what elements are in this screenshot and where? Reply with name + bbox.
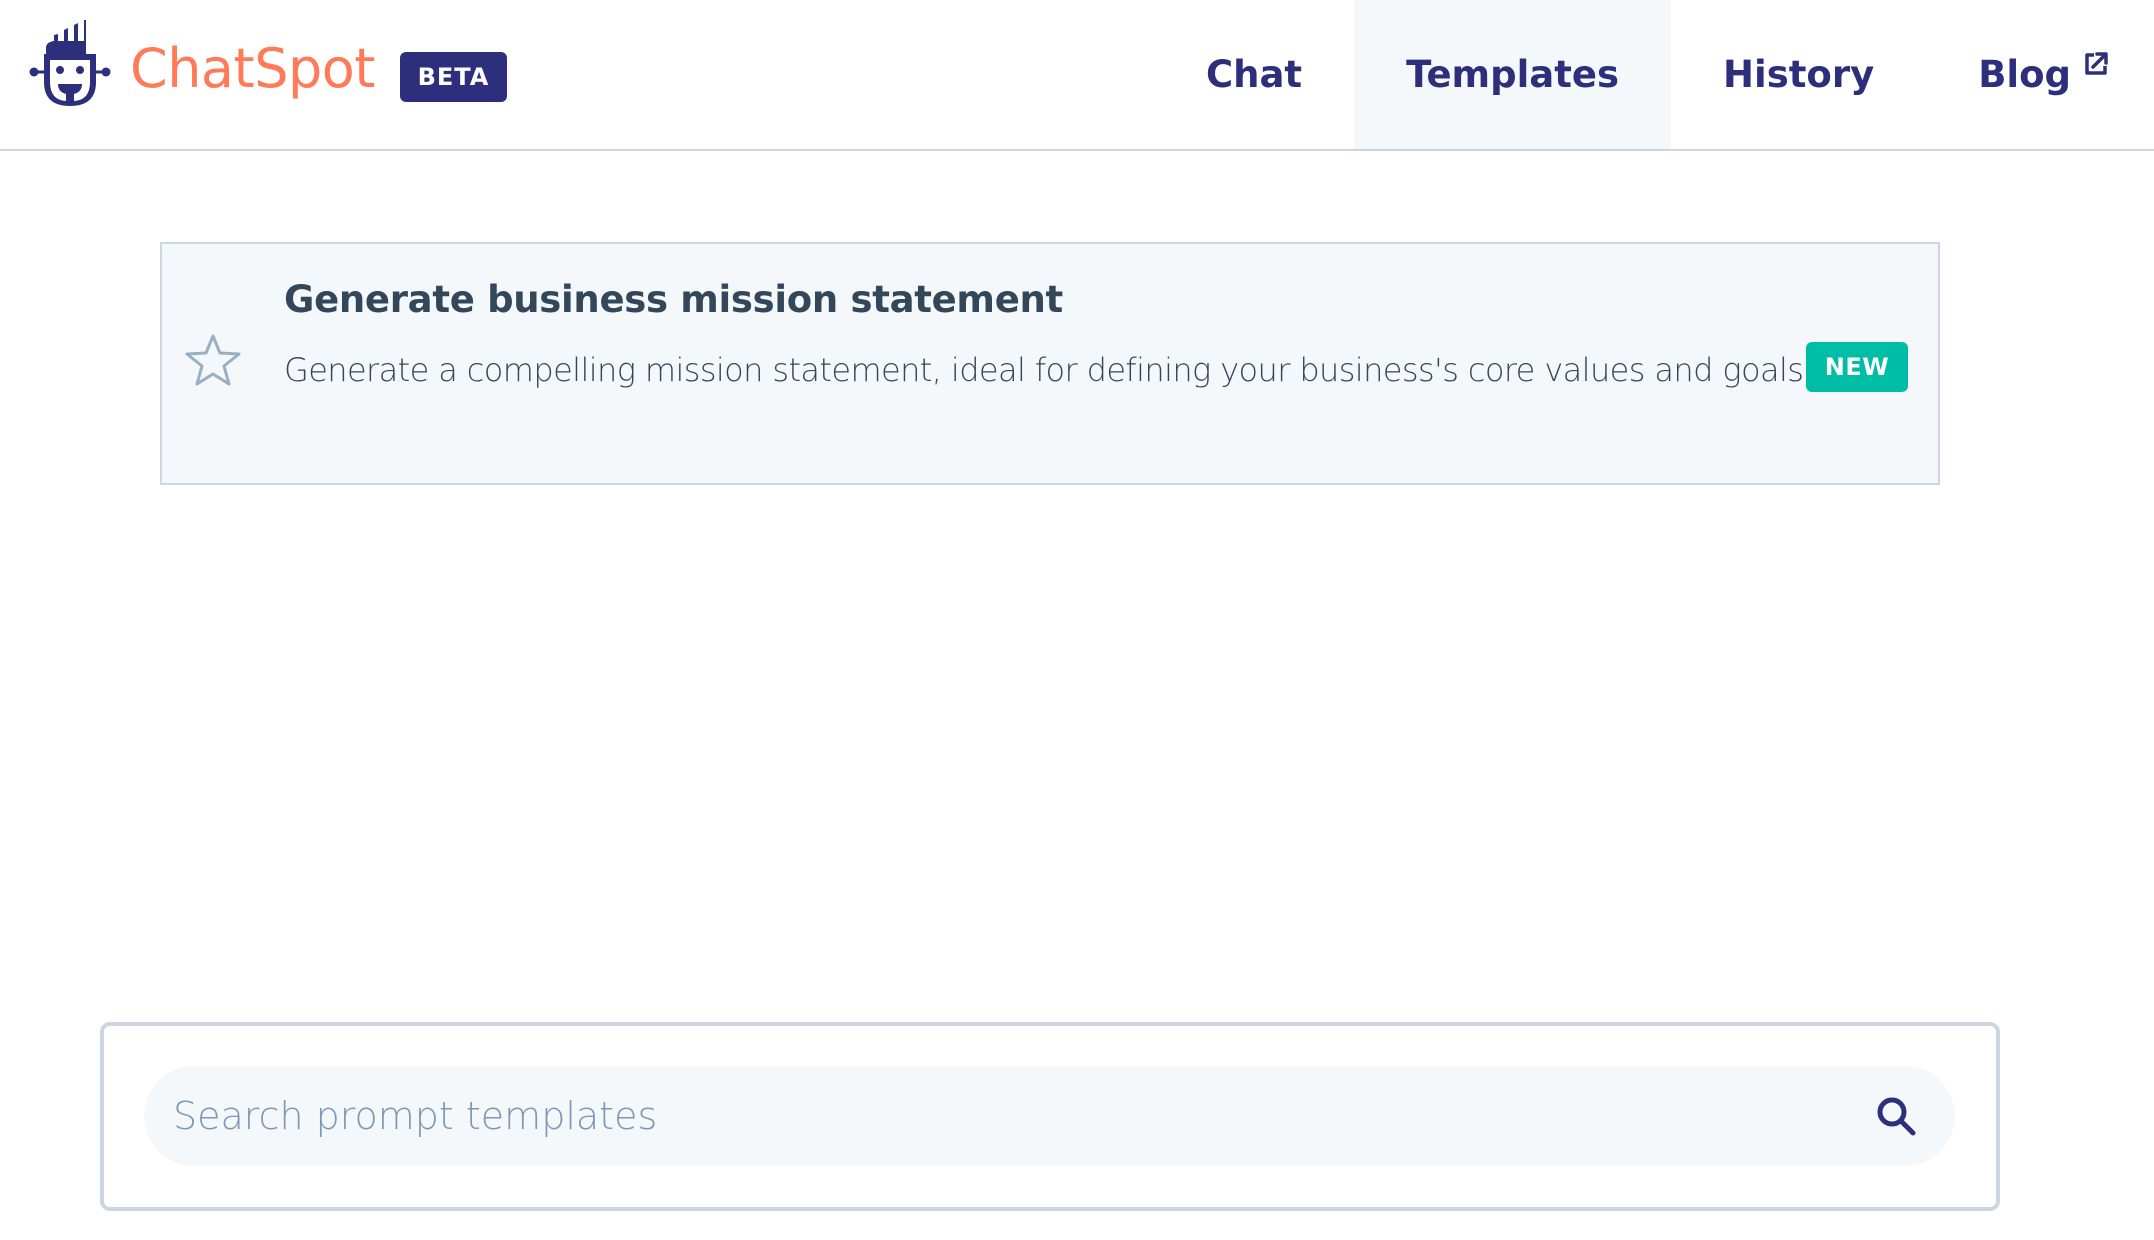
star-outline-icon[interactable]: [184, 333, 242, 387]
new-badge: NEW: [1806, 342, 1908, 392]
nav-templates-label: Templates: [1406, 53, 1620, 96]
external-link-icon: [2085, 51, 2108, 75]
template-title: Generate business mission statement: [284, 278, 1063, 321]
nav-chat[interactable]: Chat: [1154, 0, 1354, 149]
search-icon[interactable]: [1875, 1095, 1917, 1137]
app-name: ChatSpot: [130, 37, 375, 100]
nav-blog-label: Blog: [1978, 53, 2071, 96]
template-card[interactable]: Generate business mission statement Gene…: [160, 242, 1940, 485]
main-nav: Chat Templates History Blog: [1154, 0, 2154, 149]
template-description: Generate a compelling mission statement,…: [284, 351, 1804, 389]
chatspot-mascot-icon: [29, 20, 111, 106]
nav-chat-label: Chat: [1205, 53, 1303, 96]
search-input[interactable]: [144, 1066, 1955, 1166]
nav-blog[interactable]: Blog: [1926, 0, 2154, 149]
top-header: ChatSpot BETA Chat Templates History Blo…: [0, 0, 2154, 151]
beta-badge: BETA: [400, 52, 507, 102]
search-field: [144, 1066, 1955, 1166]
search-container: [100, 1022, 2000, 1211]
nav-templates[interactable]: Templates: [1354, 0, 1672, 149]
nav-history-label: History: [1723, 53, 1875, 96]
nav-history[interactable]: History: [1671, 0, 1926, 149]
